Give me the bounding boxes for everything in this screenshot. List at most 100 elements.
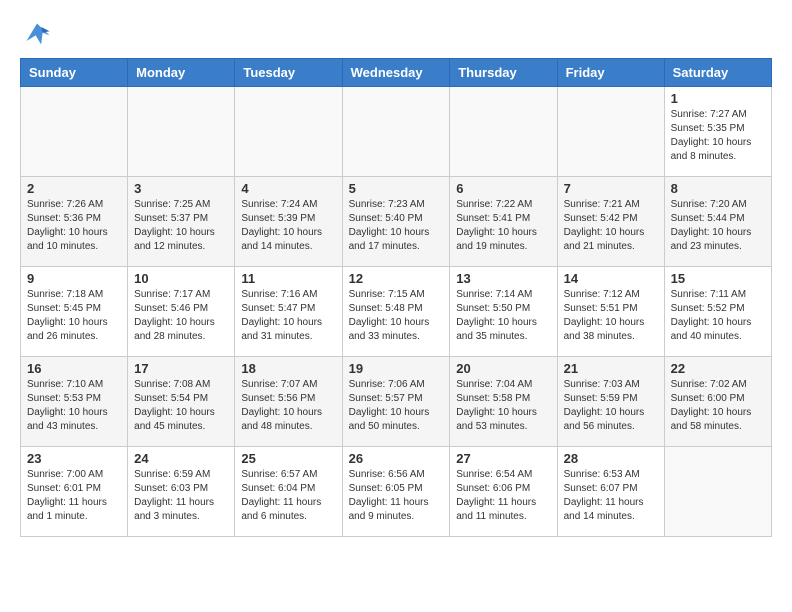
day-info: Sunrise: 6:59 AM Sunset: 6:03 PM Dayligh…: [134, 468, 228, 524]
day-info: Sunrise: 7:23 AM Sunset: 5:40 PM Dayligh…: [349, 198, 444, 254]
day-info: Sunrise: 7:27 AM Sunset: 5:35 PM Dayligh…: [671, 108, 765, 164]
day-info: Sunrise: 7:02 AM Sunset: 6:00 PM Dayligh…: [671, 378, 765, 434]
calendar-cell: 11Sunrise: 7:16 AM Sunset: 5:47 PM Dayli…: [235, 267, 342, 357]
calendar-cell: 13 Sunrise: 7:14 AM Sunset: 5:50 PM Dayli…: [450, 267, 557, 357]
day-number: 5: [349, 181, 444, 196]
calendar-cell: 5 Sunrise: 7:23 AM Sunset: 5:40 PM Daylig…: [342, 177, 450, 267]
calendar-week-row: 16 Sunrise: 7:10 AM Sunset: 5:53 PM Dayli…: [21, 357, 772, 447]
calendar-cell: 15 Sunrise: 7:11 AM Sunset: 5:52 PM Dayli…: [664, 267, 771, 357]
weekday-header-saturday: Saturday: [664, 59, 771, 87]
day-info: Sunrise: 7:14 AM Sunset: 5:50 PM Dayligh…: [456, 288, 550, 344]
weekday-header-row: SundayMondayTuesdayWednesdayThursdayFrid…: [21, 59, 772, 87]
day-info: Sunrise: 7:00 AM Sunset: 6:01 PM Dayligh…: [27, 468, 121, 524]
calendar-week-row: 9 Sunrise: 7:18 AM Sunset: 5:45 PM Daylig…: [21, 267, 772, 357]
calendar-cell: 19 Sunrise: 7:06 AM Sunset: 5:57 PM Dayli…: [342, 357, 450, 447]
day-info: Sunrise: 7:21 AM Sunset: 5:42 PM Dayligh…: [564, 198, 658, 254]
day-info: Sunrise: 7:16 AM Sunset: 5:47 PM Dayligh…: [241, 288, 335, 344]
calendar-cell: 3 Sunrise: 7:25 AM Sunset: 5:37 PM Daylig…: [128, 177, 235, 267]
day-info: Sunrise: 7:04 AM Sunset: 5:58 PM Dayligh…: [456, 378, 550, 434]
day-number: 14: [564, 271, 658, 286]
calendar-cell: 7 Sunrise: 7:21 AM Sunset: 5:42 PM Daylig…: [557, 177, 664, 267]
calendar-cell: 20 Sunrise: 7:04 AM Sunset: 5:58 PM Dayli…: [450, 357, 557, 447]
day-number: 17: [134, 361, 228, 376]
day-number: 27: [456, 451, 550, 466]
calendar-cell: 18Sunrise: 7:07 AM Sunset: 5:56 PM Dayli…: [235, 357, 342, 447]
day-number: 9: [27, 271, 121, 286]
calendar-cell: 1 Sunrise: 7:27 AM Sunset: 5:35 PM Daylig…: [664, 87, 771, 177]
weekday-header-tuesday: Tuesday: [235, 59, 342, 87]
logo-bird-icon: [23, 20, 51, 48]
day-number: 28: [564, 451, 658, 466]
calendar-cell: [128, 87, 235, 177]
calendar-cell: 27 Sunrise: 6:54 AM Sunset: 6:06 PM Dayli…: [450, 447, 557, 537]
day-number: 7: [564, 181, 658, 196]
page-header: [20, 20, 772, 48]
calendar-cell: [450, 87, 557, 177]
day-info: Sunrise: 7:24 AM Sunset: 5:39 PM Dayligh…: [241, 198, 335, 254]
day-number: 20: [456, 361, 550, 376]
calendar-cell: 9 Sunrise: 7:18 AM Sunset: 5:45 PM Daylig…: [21, 267, 128, 357]
calendar-cell: [235, 87, 342, 177]
day-number: 15: [671, 271, 765, 286]
weekday-header-friday: Friday: [557, 59, 664, 87]
calendar-cell: 4 Sunrise: 7:24 AM Sunset: 5:39 PM Daylig…: [235, 177, 342, 267]
day-info: Sunrise: 6:53 AM Sunset: 6:07 PM Dayligh…: [564, 468, 658, 524]
day-number: 4: [241, 181, 335, 196]
calendar-cell: [342, 87, 450, 177]
calendar-cell: [557, 87, 664, 177]
weekday-header-sunday: Sunday: [21, 59, 128, 87]
day-number: 13: [456, 271, 550, 286]
calendar-cell: 10 Sunrise: 7:17 AM Sunset: 5:46 PM Dayli…: [128, 267, 235, 357]
weekday-header-monday: Monday: [128, 59, 235, 87]
day-number: 12: [349, 271, 444, 286]
day-info: Sunrise: 7:12 AM Sunset: 5:51 PM Dayligh…: [564, 288, 658, 344]
calendar-cell: 12 Sunrise: 7:15 AM Sunset: 5:48 PM Dayli…: [342, 267, 450, 357]
weekday-header-thursday: Thursday: [450, 59, 557, 87]
calendar-cell: 2 Sunrise: 7:26 AM Sunset: 5:36 PM Daylig…: [21, 177, 128, 267]
day-number: 3: [134, 181, 228, 196]
day-number: 8: [671, 181, 765, 196]
calendar-cell: 14 Sunrise: 7:12 AM Sunset: 5:51 PM Dayli…: [557, 267, 664, 357]
day-info: Sunrise: 7:06 AM Sunset: 5:57 PM Dayligh…: [349, 378, 444, 434]
day-number: 1: [671, 91, 765, 106]
day-info: Sunrise: 7:03 AM Sunset: 5:59 PM Dayligh…: [564, 378, 658, 434]
calendar-cell: 26 Sunrise: 6:56 AM Sunset: 6:05 PM Dayli…: [342, 447, 450, 537]
day-info: Sunrise: 7:10 AM Sunset: 5:53 PM Dayligh…: [27, 378, 121, 434]
day-info: Sunrise: 7:25 AM Sunset: 5:37 PM Dayligh…: [134, 198, 228, 254]
day-info: Sunrise: 6:56 AM Sunset: 6:05 PM Dayligh…: [349, 468, 444, 524]
day-info: Sunrise: 7:17 AM Sunset: 5:46 PM Dayligh…: [134, 288, 228, 344]
day-info: Sunrise: 7:22 AM Sunset: 5:41 PM Dayligh…: [456, 198, 550, 254]
day-number: 21: [564, 361, 658, 376]
day-number: 24: [134, 451, 228, 466]
day-number: 2: [27, 181, 121, 196]
calendar-cell: 28 Sunrise: 6:53 AM Sunset: 6:07 PM Dayli…: [557, 447, 664, 537]
logo: [20, 20, 51, 48]
day-number: 10: [134, 271, 228, 286]
day-info: Sunrise: 7:26 AM Sunset: 5:36 PM Dayligh…: [27, 198, 121, 254]
day-info: Sunrise: 7:08 AM Sunset: 5:54 PM Dayligh…: [134, 378, 228, 434]
calendar-cell: 23 Sunrise: 7:00 AM Sunset: 6:01 PM Dayli…: [21, 447, 128, 537]
calendar-week-row: 1 Sunrise: 7:27 AM Sunset: 5:35 PM Daylig…: [21, 87, 772, 177]
calendar-table: SundayMondayTuesdayWednesdayThursdayFrid…: [20, 58, 772, 537]
weekday-header-wednesday: Wednesday: [342, 59, 450, 87]
day-info: Sunrise: 7:18 AM Sunset: 5:45 PM Dayligh…: [27, 288, 121, 344]
calendar-cell: 16 Sunrise: 7:10 AM Sunset: 5:53 PM Dayli…: [21, 357, 128, 447]
day-number: 16: [27, 361, 121, 376]
calendar-cell: [21, 87, 128, 177]
calendar-cell: 8 Sunrise: 7:20 AM Sunset: 5:44 PM Daylig…: [664, 177, 771, 267]
calendar-cell: [664, 447, 771, 537]
calendar-cell: 25Sunrise: 6:57 AM Sunset: 6:04 PM Dayli…: [235, 447, 342, 537]
day-info: Sunrise: 7:15 AM Sunset: 5:48 PM Dayligh…: [349, 288, 444, 344]
day-info: Sunrise: 6:54 AM Sunset: 6:06 PM Dayligh…: [456, 468, 550, 524]
calendar-week-row: 23 Sunrise: 7:00 AM Sunset: 6:01 PM Dayli…: [21, 447, 772, 537]
day-number: 19: [349, 361, 444, 376]
calendar-cell: 22Sunrise: 7:02 AM Sunset: 6:00 PM Dayli…: [664, 357, 771, 447]
day-info: Sunrise: 7:07 AM Sunset: 5:56 PM Dayligh…: [241, 378, 335, 434]
day-info: Sunrise: 7:11 AM Sunset: 5:52 PM Dayligh…: [671, 288, 765, 344]
calendar-week-row: 2 Sunrise: 7:26 AM Sunset: 5:36 PM Daylig…: [21, 177, 772, 267]
day-number: 25: [241, 451, 335, 466]
day-number: 23: [27, 451, 121, 466]
calendar-cell: 21 Sunrise: 7:03 AM Sunset: 5:59 PM Dayli…: [557, 357, 664, 447]
day-number: 26: [349, 451, 444, 466]
day-info: Sunrise: 7:20 AM Sunset: 5:44 PM Dayligh…: [671, 198, 765, 254]
